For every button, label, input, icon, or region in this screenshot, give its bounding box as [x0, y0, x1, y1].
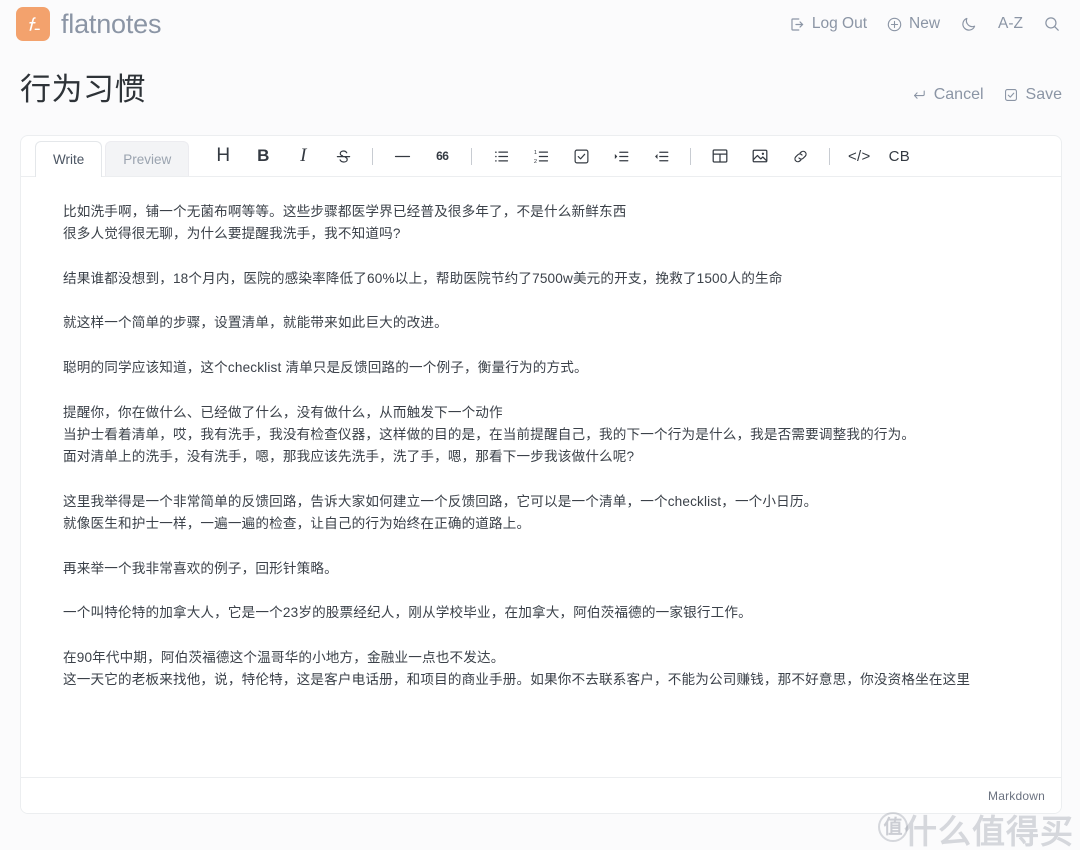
toolbar-buttons: H B I 66 [203, 136, 919, 176]
image-icon[interactable] [745, 141, 775, 171]
tab-write[interactable]: Write [35, 141, 102, 177]
note-content-line [63, 379, 1033, 401]
logout-icon [789, 16, 806, 33]
strikethrough-icon[interactable] [328, 141, 358, 171]
sort-order-button[interactable]: A-Z [998, 16, 1023, 32]
checkbox-check-icon [1003, 87, 1019, 103]
note-content-line [63, 580, 1033, 602]
editor-footer: Markdown [21, 777, 1061, 813]
toolbar-separator-3 [690, 148, 691, 165]
code-block-icon[interactable]: CB [884, 141, 914, 171]
note-content-line [63, 290, 1033, 312]
moon-icon [960, 15, 978, 33]
search-button[interactable] [1042, 15, 1062, 33]
horizontal-rule-icon[interactable] [387, 141, 417, 171]
link-icon[interactable] [785, 141, 815, 171]
return-arrow-icon [911, 87, 927, 103]
note-content-line: 结果谁都没想到，18个月内，医院的感染率降低了60%以上，帮助医院节约了7500… [63, 268, 1033, 290]
svg-text:1: 1 [534, 150, 537, 156]
logout-button[interactable]: Log Out [789, 16, 867, 33]
note-title-row: 行为习惯 Cancel Save [0, 48, 1080, 108]
search-icon [1043, 15, 1061, 33]
markdown-badge: Markdown [988, 789, 1045, 803]
blockquote-icon[interactable]: 66 [427, 141, 457, 171]
bold-icon[interactable]: B [248, 141, 278, 171]
note-content-line [63, 625, 1033, 647]
new-note-label: New [909, 16, 940, 32]
toolbar-separator-2 [471, 148, 472, 165]
watermark-text: 什么值得买 [904, 815, 1074, 848]
note-content-line [63, 335, 1033, 357]
note-content-line: 当护士看着清单，哎，我有洗手，我没有检查仪器，这样做的目的是，在当前提醒自己，我… [63, 424, 1033, 446]
flatnotes-f-logo-icon [16, 7, 50, 41]
svg-text:2: 2 [534, 158, 537, 164]
cancel-button[interactable]: Cancel [911, 87, 984, 103]
note-content-line: 比如洗手啊，铺一个无菌布啊等等。这些步骤都医学界已经普及很多年了，不是什么新鲜东… [63, 201, 1033, 223]
watermark-seal-icon: 值 [878, 812, 908, 842]
editor-tabs: Write Preview [35, 136, 189, 176]
dark-mode-toggle[interactable] [959, 15, 979, 33]
header-nav: Log Out New A-Z [789, 15, 1062, 33]
toolbar-separator-1 [372, 148, 373, 165]
bullet-list-icon[interactable] [486, 141, 516, 171]
note-content-line: 在90年代中期，阿伯茨福德这个温哥华的小地方，金融业一点也不发达。 [63, 647, 1033, 669]
note-content-line [63, 535, 1033, 557]
logout-label: Log Out [812, 16, 867, 32]
checklist-icon[interactable] [566, 141, 596, 171]
outdent-icon[interactable] [646, 141, 676, 171]
note-content-lines: 比如洗手啊，铺一个无菌布啊等等。这些步骤都医学界已经普及很多年了，不是什么新鲜东… [63, 201, 1033, 692]
tab-preview[interactable]: Preview [105, 141, 189, 176]
save-label: Save [1026, 87, 1062, 103]
note-content-line: 很多人觉得很无聊，为什么要提醒我洗手，我不知道吗? [63, 223, 1033, 245]
brand-name: flatnotes [61, 11, 161, 38]
table-icon[interactable] [705, 141, 735, 171]
note-actions: Cancel Save [911, 87, 1062, 108]
note-content-line: 提醒你，你在做什么、已经做了什么，没有做什么，从而触发下一个动作 [63, 402, 1033, 424]
new-note-button[interactable]: New [886, 16, 940, 33]
heading-icon[interactable]: H [208, 141, 238, 171]
italic-icon[interactable]: I [288, 141, 318, 171]
note-content-line: 再来举一个我非常喜欢的例子，回形针策略。 [63, 558, 1033, 580]
note-content-line: 就像医生和护士一样，一遍一遍的检查，让自己的行为始终在正确的道路上。 [63, 513, 1033, 535]
plus-circle-icon [886, 16, 903, 33]
indent-icon[interactable] [606, 141, 636, 171]
editor-panel: Write Preview H B I 66 [20, 135, 1062, 814]
cancel-label: Cancel [934, 87, 984, 103]
toolbar-separator-4 [829, 148, 830, 165]
app-header: flatnotes Log Out New [0, 0, 1080, 48]
note-content-line: 面对清单上的洗手，没有洗手，嗯，那我应该先洗手，洗了手，嗯，那看下一步我该做什么… [63, 446, 1033, 468]
note-content-line [63, 246, 1033, 268]
brand[interactable]: flatnotes [16, 7, 161, 41]
inline-code-icon[interactable]: </> [844, 141, 874, 171]
sort-alpha-label: A-Z [998, 16, 1023, 32]
note-content-textarea[interactable]: 比如洗手啊，铺一个无菌布啊等等。这些步骤都医学界已经普及很多年了，不是什么新鲜东… [21, 177, 1061, 777]
note-content-line [63, 469, 1033, 491]
note-content-line: 聪明的同学应该知道，这个checklist 清单只是反馈回路的一个例子，衡量行为… [63, 357, 1033, 379]
note-content-line: 这一天它的老板来找他，说，特伦特，这是客户电话册，和项目的商业手册。如果你不去联… [63, 669, 1033, 691]
note-content-line: 一个叫特伦特的加拿大人，它是一个23岁的股票经纪人，刚从学校毕业，在加拿大，阿伯… [63, 602, 1033, 624]
editor-toolbar: Write Preview H B I 66 [21, 136, 1061, 177]
note-content-line: 这里我举得是一个非常简单的反馈回路，告诉大家如何建立一个反馈回路，它可以是一个清… [63, 491, 1033, 513]
numbered-list-icon[interactable]: 1 2 [526, 141, 556, 171]
save-button[interactable]: Save [1003, 87, 1062, 103]
note-content-line: 就这样一个简单的步骤，设置清单，就能带来如此巨大的改进。 [63, 312, 1033, 334]
page-title[interactable]: 行为习惯 [20, 71, 146, 108]
